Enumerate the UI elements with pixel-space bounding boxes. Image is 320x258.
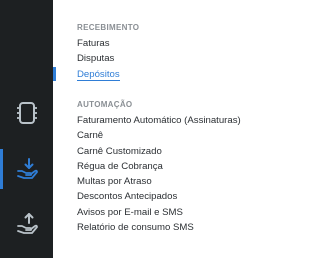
menu-item-faturas[interactable]: Faturas — [77, 36, 120, 51]
submenu-panel: RECEBIMENTO Faturas Disputas Depósitos A… — [53, 0, 281, 258]
hand-receive-icon — [15, 157, 39, 181]
section-title-automacao: AUTOMAÇÃO — [77, 100, 133, 109]
automacao-list: Faturamento Automático (Assinaturas) Car… — [77, 113, 241, 235]
rail-item-send[interactable] — [0, 204, 53, 244]
menu-item-carne-customizado[interactable]: Carnê Customizado — [77, 144, 241, 159]
hand-send-icon — [15, 212, 39, 236]
menu-item-regua-de-cobranca[interactable]: Régua de Cobrança — [77, 159, 241, 174]
menu-item-depositos[interactable]: Depósitos — [77, 67, 120, 82]
icon-rail — [0, 0, 53, 258]
menu-item-descontos-antecipados[interactable]: Descontos Antecipados — [77, 189, 241, 204]
menu-item-disputas[interactable]: Disputas — [77, 51, 120, 66]
active-indicator — [53, 67, 56, 81]
menu-item-avisos-email-sms[interactable]: Avisos por E-mail e SMS — [77, 205, 241, 220]
film-strip-icon — [16, 101, 38, 125]
recebimento-list: Faturas Disputas Depósitos — [77, 36, 120, 82]
menu-item-multas-por-atraso[interactable]: Multas por Atraso — [77, 174, 241, 189]
menu-item-faturamento-automatico[interactable]: Faturamento Automático (Assinaturas) — [77, 113, 241, 128]
rail-item-billing[interactable] — [0, 93, 53, 133]
section-title-recebimento: RECEBIMENTO — [77, 23, 140, 32]
menu-item-relatorio-consumo-sms[interactable]: Relatório de consumo SMS — [77, 220, 241, 235]
menu-item-depositos-label: Depósitos — [77, 68, 120, 81]
rail-item-receive[interactable] — [0, 149, 53, 189]
menu-item-carne[interactable]: Carnê — [77, 128, 241, 143]
